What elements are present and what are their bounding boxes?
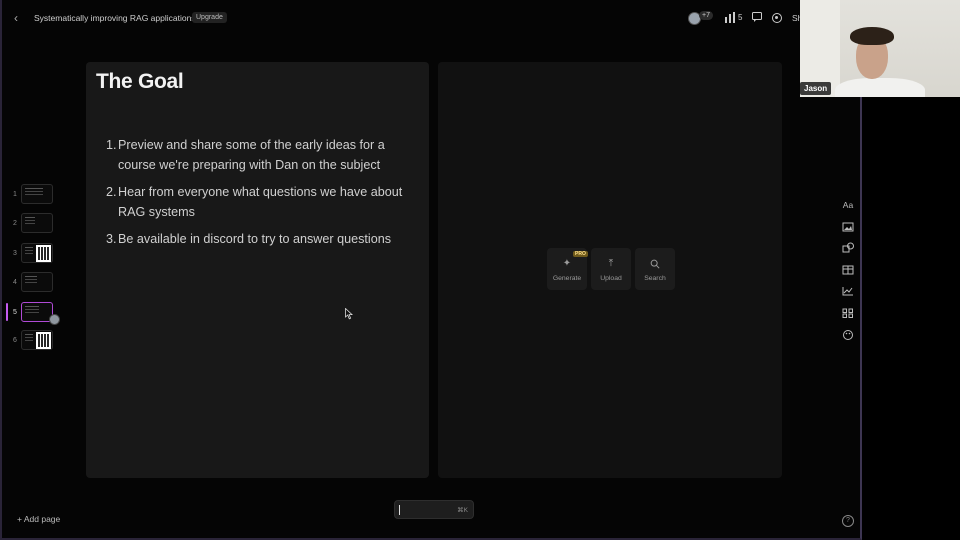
qr-code-image [36,332,51,349]
theme-palette-icon[interactable] [840,328,856,342]
search-image-button[interactable]: Search [635,248,675,290]
add-page-button[interactable]: + Add page [17,514,60,524]
page-number: 4 [13,279,17,286]
shortcut-hint: ⌘K [457,507,468,514]
goal-item[interactable]: 3. Be available in discord to try to answ… [104,229,414,249]
thumbnail-page-3[interactable]: 3 [2,243,72,267]
goals-list: 1. Preview and share some of the early id… [104,135,414,256]
text-style-button[interactable]: Aa [840,198,856,212]
page-number: 3 [13,250,17,257]
view-count: 5 [738,13,743,22]
record-icon[interactable] [772,13,782,23]
active-page-indicator [6,303,8,321]
goal-item[interactable]: 1. Preview and share some of the early id… [104,135,414,175]
viewer-avatar [49,314,60,325]
slide-text-card[interactable]: The Goal 1. Preview and share some of the… [86,62,429,478]
chart-icon[interactable] [840,284,856,298]
goal-item[interactable]: 2. Hear from everyone what questions we h… [104,182,414,222]
help-icon[interactable]: ? [842,515,854,527]
apps-grid-icon[interactable] [840,306,856,320]
thumbnail-page-2[interactable]: 2 [2,213,72,237]
command-input[interactable]: ⌘K [394,500,474,519]
page-number: 6 [13,337,17,344]
text-caret [399,505,400,515]
table-icon[interactable] [840,263,856,277]
mouse-cursor-icon [345,308,353,320]
image-icon[interactable] [840,220,856,234]
qr-code-image [36,245,51,262]
thumbnail-page-1[interactable]: 1 [2,184,72,208]
analytics-icon[interactable] [724,12,736,23]
page-number: 1 [13,191,17,198]
thumbnail[interactable] [21,330,53,350]
page-number: 5 [13,309,17,316]
comment-icon[interactable] [752,12,762,22]
thumbnail-page-4[interactable]: 4 [2,272,72,296]
collaborators-count-badge[interactable]: +7 [699,11,713,20]
page-number: 2 [13,220,17,227]
thumbnail-page-6[interactable]: 6 [2,330,72,354]
thumbnail[interactable] [21,184,53,204]
upgrade-badge[interactable]: Upgrade [192,12,227,23]
thumbnail-page-5[interactable]: 5 [2,302,72,326]
thumbnail[interactable] [21,243,53,263]
top-bar: ‹ Systematically improving RAG applicati… [2,0,862,36]
presentation-editor: ‹ Systematically improving RAG applicati… [0,0,862,540]
search-icon [650,259,660,269]
slide-title[interactable]: The Goal [96,70,184,94]
back-chevron-icon[interactable]: ‹ [14,11,26,25]
thumbnail[interactable] [21,272,53,292]
image-placeholder-card[interactable]: PRO ✦ Generate ⤒ Upload Search [438,62,782,478]
pro-badge: PRO [573,251,588,257]
shapes-icon[interactable] [840,241,856,255]
sparkle-icon: ✦ [562,258,572,269]
document-title[interactable]: Systematically improving RAG application… [34,13,196,23]
upload-icon: ⤒ [608,258,614,269]
thumbnail[interactable] [21,213,53,233]
generate-image-button[interactable]: PRO ✦ Generate [547,248,588,290]
participant-name-label: Jason [800,82,832,95]
upload-image-button[interactable]: ⤒ Upload [591,248,631,290]
